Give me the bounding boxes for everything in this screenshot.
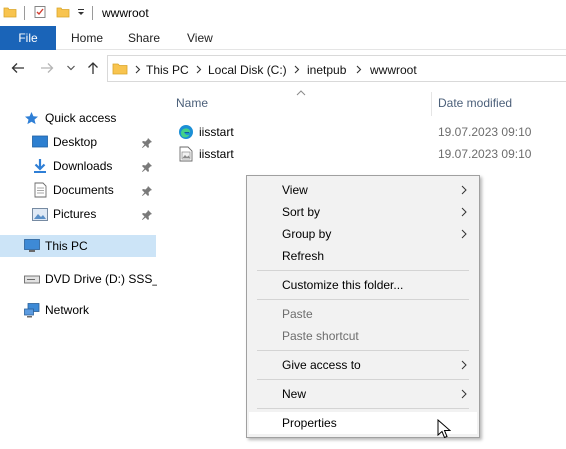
context-menu: View Sort by Group by Refresh Customize …: [246, 175, 480, 438]
sidebar-item-label: Downloads: [53, 159, 113, 173]
submenu-chevron-icon: [461, 185, 467, 195]
submenu-chevron-icon: [461, 229, 467, 239]
breadcrumb-chevron-icon[interactable]: [356, 65, 362, 74]
sidebar-item-label: DVD Drive (D:) SSS_X6: [45, 272, 157, 286]
up-arrow-icon[interactable]: [85, 60, 101, 76]
desktop-icon: [32, 134, 48, 150]
menu-item-view[interactable]: View: [249, 179, 477, 201]
recent-locations-icon[interactable]: [63, 60, 79, 76]
pin-icon[interactable]: [141, 137, 153, 149]
submenu-chevron-icon: [461, 207, 467, 217]
column-header-date-modified[interactable]: Date modified: [438, 96, 512, 110]
pin-icon[interactable]: [141, 185, 153, 197]
forward-arrow-icon[interactable]: [39, 60, 55, 76]
breadcrumb-inetpub[interactable]: inetpub: [307, 63, 346, 77]
breadcrumb-this-pc[interactable]: This PC: [146, 63, 189, 77]
sidebar-item-documents[interactable]: Documents: [32, 179, 114, 201]
download-arrow-icon: [32, 158, 48, 174]
file-date-modified: 19.07.2023 09:10: [438, 147, 532, 161]
menu-item-sort-by[interactable]: Sort by: [249, 201, 477, 223]
sidebar-item-network[interactable]: Network: [24, 299, 89, 321]
file-row[interactable]: iisstart 19.07.2023 09:10: [176, 143, 566, 165]
file-name: iisstart: [199, 125, 234, 139]
file-row[interactable]: iisstart 19.07.2023 09:10: [176, 121, 566, 143]
breadcrumb-chevron-icon[interactable]: [294, 65, 300, 74]
file-date-modified: 19.07.2023 09:10: [438, 125, 532, 139]
title-separator: [92, 6, 93, 20]
tab-share[interactable]: Share: [128, 26, 160, 50]
customize-toolbar-icon[interactable]: [76, 5, 86, 22]
menu-separator: [257, 379, 469, 380]
pin-icon[interactable]: [141, 161, 153, 173]
file-name: iisstart: [199, 147, 234, 161]
sidebar-item-label: This PC: [45, 239, 88, 253]
sidebar-item-label: Network: [45, 303, 90, 317]
properties-icon[interactable]: [33, 5, 47, 22]
sidebar-item-pictures[interactable]: Pictures: [32, 203, 96, 225]
sidebar-item-this-pc[interactable]: This PC: [0, 235, 156, 257]
sidebar-item-quick-access[interactable]: Quick access: [24, 107, 116, 129]
dvd-drive-icon: [24, 271, 40, 287]
breadcrumb-chevron-icon[interactable]: [135, 65, 141, 74]
document-icon: [32, 182, 48, 198]
menu-separator: [257, 408, 469, 409]
breadcrumb-local-disk[interactable]: Local Disk (C:): [208, 63, 287, 77]
window-title: wwwroot: [102, 6, 149, 20]
menu-item-customize-folder[interactable]: Customize this folder...: [249, 274, 477, 296]
pin-icon[interactable]: [141, 209, 153, 221]
menu-item-new[interactable]: New: [249, 383, 477, 405]
submenu-chevron-icon: [461, 360, 467, 370]
menu-item-give-access-to[interactable]: Give access to: [249, 354, 477, 376]
edge-html-icon: [178, 124, 194, 143]
network-icon: [24, 302, 40, 318]
sidebar-item-label: Documents: [53, 183, 114, 197]
sidebar-item-label: Pictures: [53, 207, 97, 221]
new-folder-icon[interactable]: [56, 5, 70, 22]
sidebar-item-label: Quick access: [45, 111, 117, 125]
sidebar-item-label: Desktop: [53, 135, 98, 149]
menu-separator: [257, 350, 469, 351]
address-bar[interactable]: This PC Local Disk (C:) inetpub wwwroot: [107, 55, 566, 82]
sidebar-item-dvd-drive[interactable]: DVD Drive (D:) SSS_X6: [24, 268, 157, 290]
breadcrumb-chevron-icon[interactable]: [196, 65, 202, 74]
sort-ascending-icon: [296, 90, 306, 96]
menu-item-paste[interactable]: Paste: [249, 303, 477, 325]
title-separator: [24, 6, 25, 20]
back-arrow-icon[interactable]: [10, 60, 26, 76]
star-icon: [24, 110, 39, 126]
title-bar: wwwroot: [0, 0, 566, 26]
mouse-cursor-icon: [437, 419, 451, 439]
ribbon: File Home Share View: [0, 26, 566, 50]
menu-separator: [257, 270, 469, 271]
tab-view[interactable]: View: [187, 26, 213, 50]
column-divider[interactable]: [431, 92, 432, 116]
computer-icon: [24, 238, 40, 254]
folder-icon[interactable]: [3, 5, 17, 22]
pictures-icon: [32, 206, 48, 222]
menu-item-group-by[interactable]: Group by: [249, 223, 477, 245]
folder-icon: [112, 61, 128, 79]
tab-file[interactable]: File: [0, 26, 56, 50]
menu-separator: [257, 299, 469, 300]
sidebar-item-desktop[interactable]: Desktop: [32, 131, 97, 153]
image-file-icon: [179, 146, 193, 165]
menu-item-paste-shortcut[interactable]: Paste shortcut: [249, 325, 477, 347]
sidebar-item-downloads[interactable]: Downloads: [32, 155, 112, 177]
breadcrumb-wwwroot[interactable]: wwwroot: [370, 63, 417, 77]
column-header-name[interactable]: Name: [176, 96, 208, 110]
tab-home[interactable]: Home: [71, 26, 103, 50]
submenu-chevron-icon: [461, 389, 467, 399]
menu-item-refresh[interactable]: Refresh: [249, 245, 477, 267]
